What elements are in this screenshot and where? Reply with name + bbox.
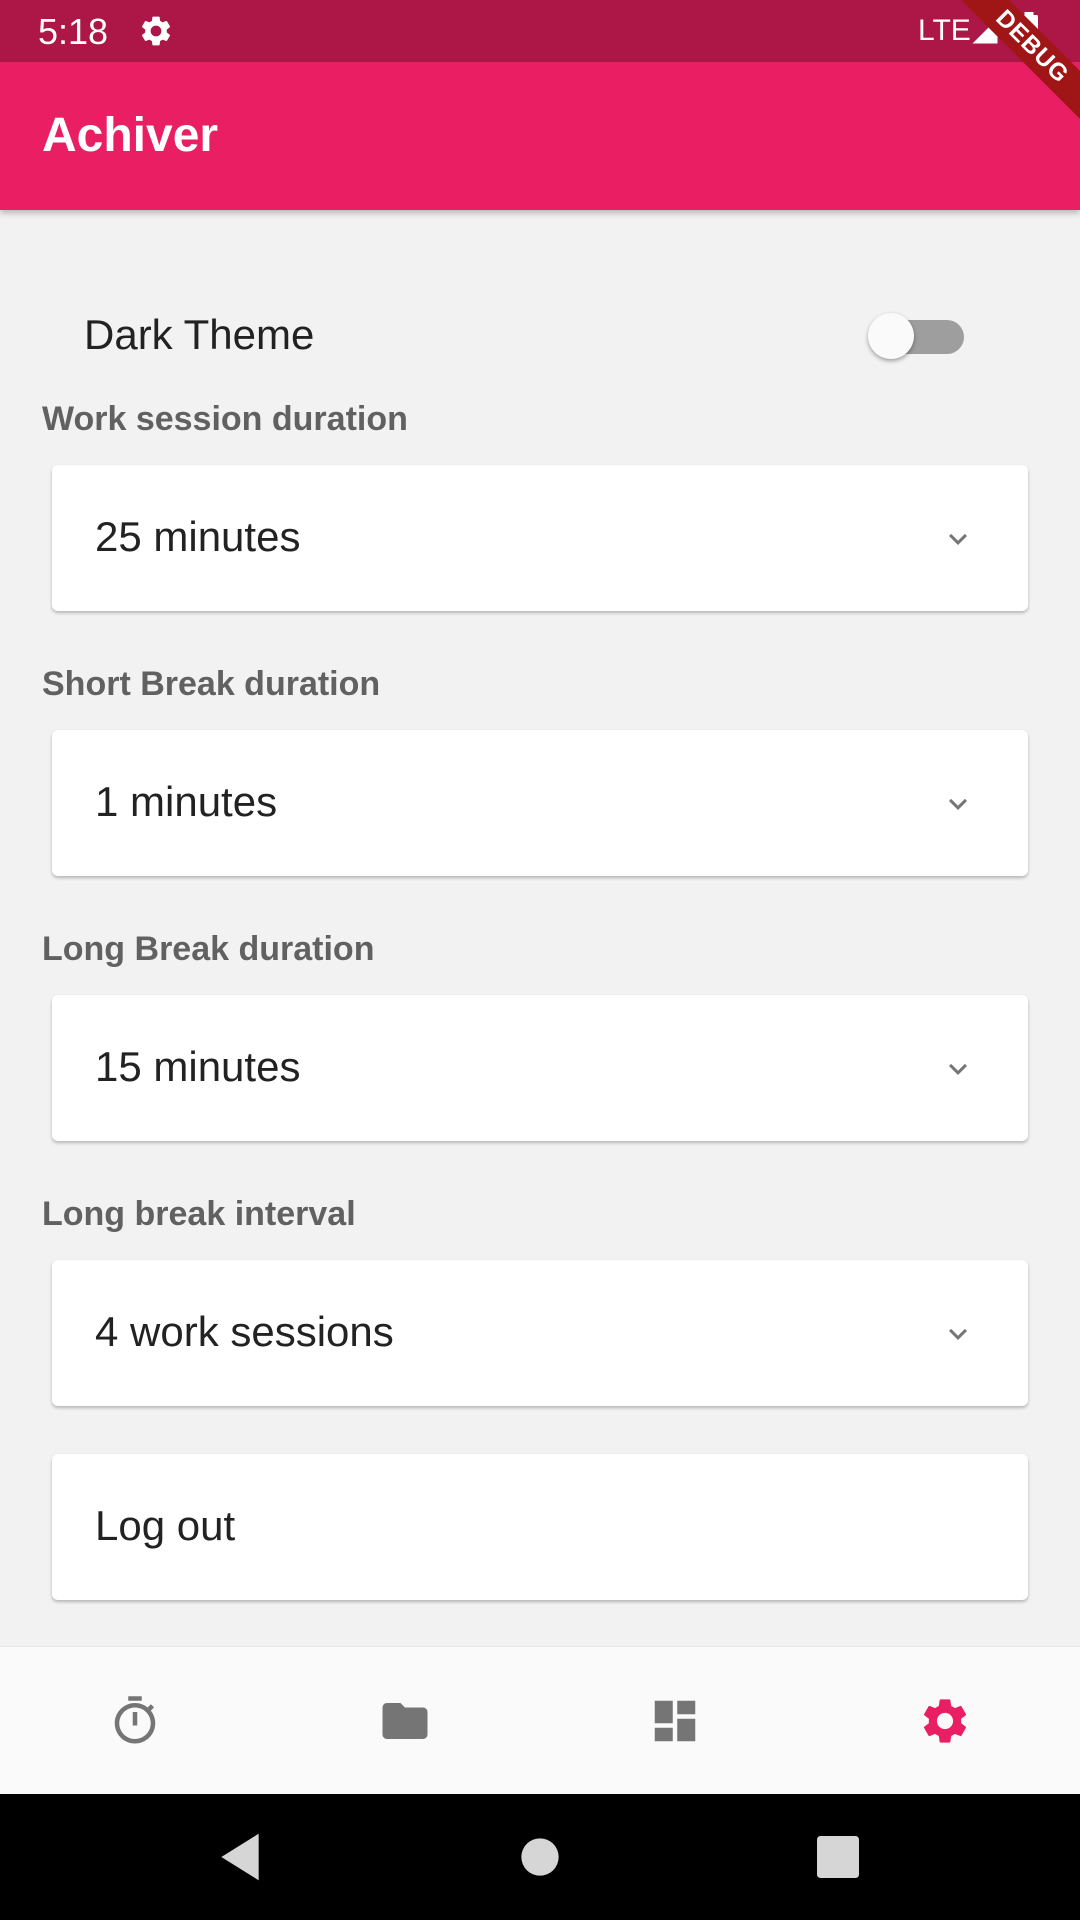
dark-theme-switch[interactable]: [868, 313, 964, 359]
nav-item-dashboard[interactable]: [540, 1647, 810, 1795]
system-navigation-bar: [0, 1794, 1080, 1920]
nav-item-timer[interactable]: [0, 1647, 270, 1795]
battery-icon: [1020, 12, 1038, 48]
recents-icon[interactable]: [810, 1829, 866, 1885]
chevron-down-icon: [949, 533, 967, 545]
long-break-interval-dropdown[interactable]: 4 work sessions: [52, 1260, 1028, 1406]
app-bar: Achiver: [0, 62, 1080, 210]
long-break-value: 15 minutes: [95, 1043, 301, 1090]
back-icon[interactable]: [212, 1829, 268, 1885]
work-session-label: Work session duration: [42, 400, 408, 438]
timer-icon: [114, 1696, 156, 1744]
short-break-value: 1 minutes: [95, 778, 278, 825]
work-session-dropdown[interactable]: 25 minutes: [52, 465, 1028, 611]
long-break-interval-value: 4 work sessions: [95, 1308, 394, 1355]
short-break-label: Short Break duration: [42, 665, 381, 703]
logout-label: Log out: [95, 1502, 236, 1549]
page-title: Achiver: [42, 109, 219, 162]
work-session-value: 25 minutes: [95, 513, 301, 560]
signal-icon: [972, 18, 998, 44]
logout-button[interactable]: Log out: [52, 1454, 1028, 1600]
settings-content: Dark Theme Work session duration 25 minu…: [0, 210, 1080, 1646]
status-time: 5:18: [38, 11, 109, 52]
long-break-interval-label: Long break interval: [42, 1195, 356, 1233]
chevron-down-icon: [949, 798, 967, 810]
settings-icon: [923, 1699, 967, 1743]
chevron-down-icon: [949, 1328, 967, 1340]
nav-item-settings[interactable]: [810, 1647, 1080, 1795]
bottom-navigation: [0, 1646, 1080, 1794]
dark-theme-row: Dark Theme: [0, 295, 1080, 375]
long-break-dropdown[interactable]: 15 minutes: [52, 995, 1028, 1141]
home-icon[interactable]: [512, 1829, 568, 1885]
long-break-label: Long Break duration: [42, 930, 375, 968]
status-bar: 5:18 LTE: [0, 0, 1080, 62]
folder-icon: [382, 1703, 428, 1739]
network-type: LTE: [918, 14, 971, 47]
short-break-dropdown[interactable]: 1 minutes: [52, 730, 1028, 876]
dashboard-icon: [654, 1700, 696, 1742]
dark-theme-label: Dark Theme: [84, 311, 315, 358]
nav-item-folder[interactable]: [270, 1647, 540, 1795]
settings-notification-icon: [141, 16, 171, 46]
chevron-down-icon: [949, 1063, 967, 1075]
switch-thumb: [868, 313, 914, 359]
